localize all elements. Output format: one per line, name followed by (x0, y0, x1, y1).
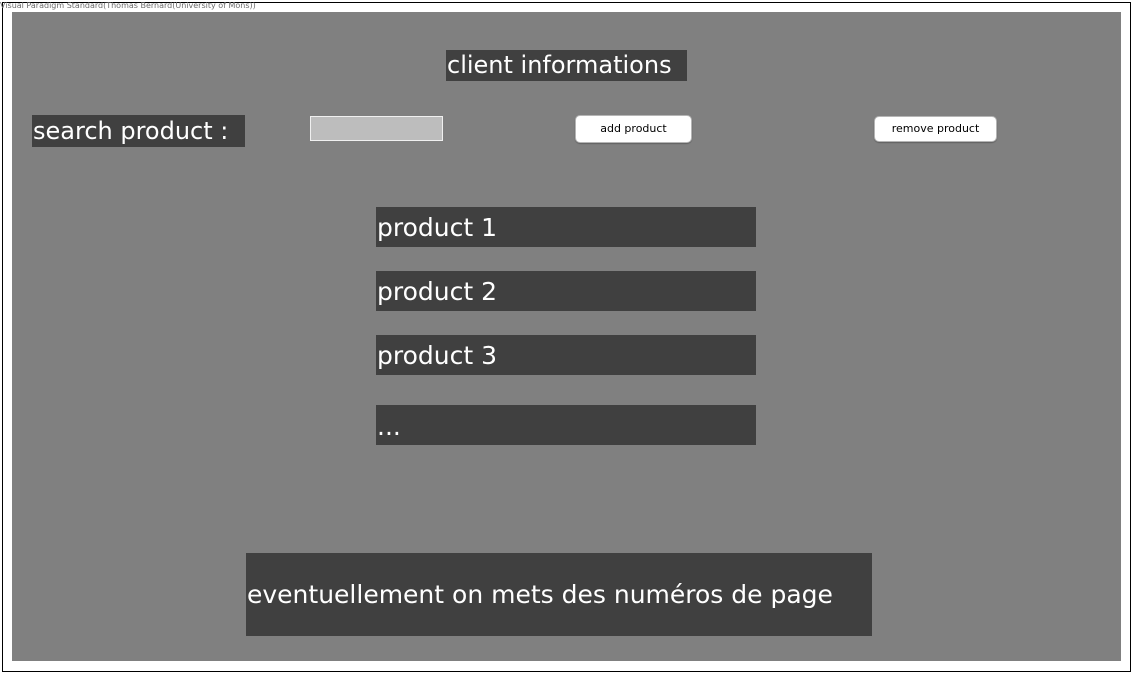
pagination-note: eventuellement on mets des numéros de pa… (246, 553, 872, 636)
product-list-more: ... (376, 405, 756, 445)
add-product-button[interactable]: add product (575, 115, 692, 143)
page-title: client informations (446, 50, 687, 81)
remove-product-button[interactable]: remove product (874, 116, 997, 142)
watermark-text: Visual Paradigm Standard(Thomas Bernard(… (0, 1, 256, 10)
product-list-item[interactable]: product 3 (376, 335, 756, 375)
product-list-item[interactable]: product 2 (376, 271, 756, 311)
search-product-label: search product : (32, 115, 245, 147)
product-list-item[interactable]: product 1 (376, 207, 756, 247)
search-input[interactable] (310, 116, 443, 141)
